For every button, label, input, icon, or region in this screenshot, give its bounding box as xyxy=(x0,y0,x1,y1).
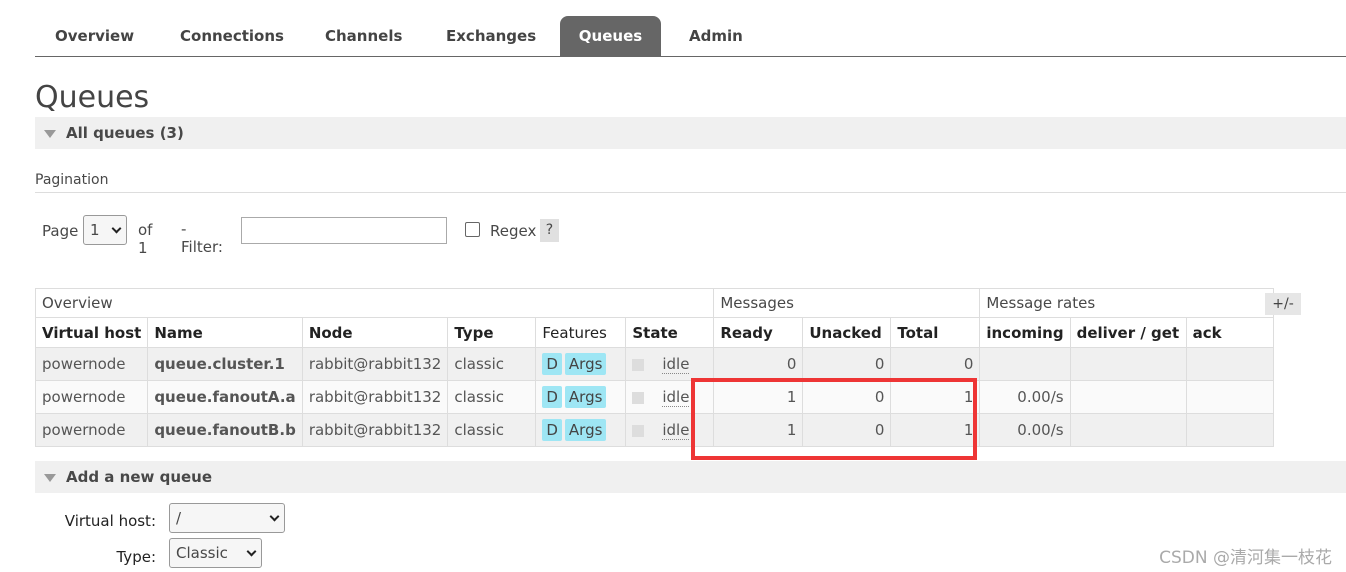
col-unacked[interactable]: Unacked xyxy=(802,317,892,348)
table-row: powernode queue.fanoutA.a rabbit@rabbit1… xyxy=(34,380,1274,414)
queue-name-link[interactable]: queue.fanoutB.b xyxy=(147,413,303,447)
col-node[interactable]: Node xyxy=(301,317,449,348)
chevron-down-icon xyxy=(111,223,122,233)
state-icon xyxy=(632,358,645,371)
durable-badge: D xyxy=(542,419,562,441)
row-deliver xyxy=(1069,347,1187,381)
filter-input[interactable] xyxy=(241,217,447,244)
state-text: idle xyxy=(662,421,690,440)
page-title: Queues xyxy=(35,80,150,115)
row-features: D Args xyxy=(535,413,627,447)
regex-checkbox[interactable] xyxy=(465,222,480,237)
durable-badge: D xyxy=(542,386,562,408)
row-total: 0 xyxy=(890,347,981,381)
highlight-annotation xyxy=(691,378,977,460)
group-overview: Overview xyxy=(34,288,715,318)
durable-badge: D xyxy=(542,353,562,375)
vhost-select[interactable]: / xyxy=(169,503,285,533)
row-deliver xyxy=(1069,380,1187,414)
row-vhost: powernode xyxy=(34,347,149,381)
row-incoming xyxy=(979,347,1071,381)
chevron-down-icon xyxy=(246,546,257,556)
row-unacked: 0 xyxy=(802,347,892,381)
row-features: D Args xyxy=(535,347,627,381)
row-type: classic xyxy=(447,380,537,414)
table-row: powernode queue.fanoutB.b rabbit@rabbit1… xyxy=(34,413,1274,447)
state-text: idle xyxy=(662,388,690,407)
type-select[interactable]: Classic xyxy=(169,538,262,568)
tab-exchanges[interactable]: Exchanges xyxy=(426,16,556,56)
regex-help-button[interactable]: ? xyxy=(540,219,559,242)
row-node: rabbit@rabbit132 xyxy=(301,380,449,414)
col-virtual-host[interactable]: Virtual host xyxy=(34,317,149,348)
type-label: Type: xyxy=(116,548,156,566)
col-state[interactable]: State xyxy=(625,317,715,348)
row-node: rabbit@rabbit132 xyxy=(301,413,449,447)
group-message-rates: Message rates xyxy=(979,288,1274,318)
add-queue-section-toggle[interactable]: Add a new queue xyxy=(35,461,1346,493)
all-queues-section-toggle[interactable]: All queues (3) xyxy=(35,117,1346,149)
col-incoming[interactable]: incoming xyxy=(979,317,1071,348)
queue-name-link[interactable]: queue.cluster.1 xyxy=(147,347,303,381)
regex-label: Regex xyxy=(490,222,537,240)
tab-overview[interactable]: Overview xyxy=(35,16,154,56)
col-ack[interactable]: ack xyxy=(1185,317,1274,348)
type-select-value: Classic xyxy=(176,544,228,562)
row-deliver xyxy=(1069,413,1187,447)
row-type: classic xyxy=(447,413,537,447)
vhost-select-value: / xyxy=(176,509,182,527)
row-type: classic xyxy=(447,347,537,381)
tab-admin[interactable]: Admin xyxy=(669,16,763,56)
queue-name-link[interactable]: queue.fanoutA.a xyxy=(147,380,303,414)
col-ready[interactable]: Ready xyxy=(713,317,804,348)
add-queue-header: Add a new queue xyxy=(66,468,213,486)
state-icon xyxy=(632,424,645,437)
row-ready: 0 xyxy=(713,347,804,381)
col-name[interactable]: Name xyxy=(147,317,303,348)
watermark: CSDN @清河集一枝花 xyxy=(1159,548,1332,568)
collapse-triangle-icon xyxy=(44,129,56,138)
all-queues-header: All queues (3) xyxy=(66,124,184,142)
page-of-label: of 1 xyxy=(138,221,153,257)
row-state: idle xyxy=(625,347,715,381)
args-badge: Args xyxy=(564,353,607,375)
tab-channels[interactable]: Channels xyxy=(305,16,422,56)
group-messages: Messages xyxy=(713,288,981,318)
col-total[interactable]: Total xyxy=(890,317,981,348)
args-badge: Args xyxy=(564,419,607,441)
row-ack xyxy=(1185,380,1274,414)
page-label: Page xyxy=(42,222,79,240)
filter-label: - Filter: xyxy=(181,220,223,256)
queues-table: Overview Messages Message rates Virtual … xyxy=(34,288,1274,447)
row-incoming: 0.00/s xyxy=(979,380,1071,414)
vhost-label: Virtual host: xyxy=(64,512,156,530)
collapse-triangle-icon xyxy=(44,473,56,482)
column-toggle-button[interactable]: +/- xyxy=(1265,293,1301,315)
tab-connections[interactable]: Connections xyxy=(160,16,304,56)
page-select[interactable]: 1 xyxy=(83,215,127,245)
col-features: Features xyxy=(535,317,627,348)
col-type[interactable]: Type xyxy=(447,317,537,348)
state-icon xyxy=(632,391,645,404)
main-nav: Overview Connections Channels Exchanges … xyxy=(35,16,1346,57)
row-incoming: 0.00/s xyxy=(979,413,1071,447)
row-ack xyxy=(1185,413,1274,447)
row-vhost: powernode xyxy=(34,413,149,447)
pagination-label: Pagination xyxy=(35,172,109,188)
table-row: powernode queue.cluster.1 rabbit@rabbit1… xyxy=(34,347,1274,381)
row-node: rabbit@rabbit132 xyxy=(301,347,449,381)
args-badge: Args xyxy=(564,386,607,408)
col-deliver-get[interactable]: deliver / get xyxy=(1069,317,1187,348)
pagination-divider xyxy=(35,192,1346,193)
state-text: idle xyxy=(662,355,690,374)
row-ack xyxy=(1185,347,1274,381)
row-vhost: powernode xyxy=(34,380,149,414)
tab-queues[interactable]: Queues xyxy=(560,16,661,56)
row-features: D Args xyxy=(535,380,627,414)
chevron-down-icon xyxy=(269,511,280,521)
page-select-value: 1 xyxy=(90,221,100,239)
